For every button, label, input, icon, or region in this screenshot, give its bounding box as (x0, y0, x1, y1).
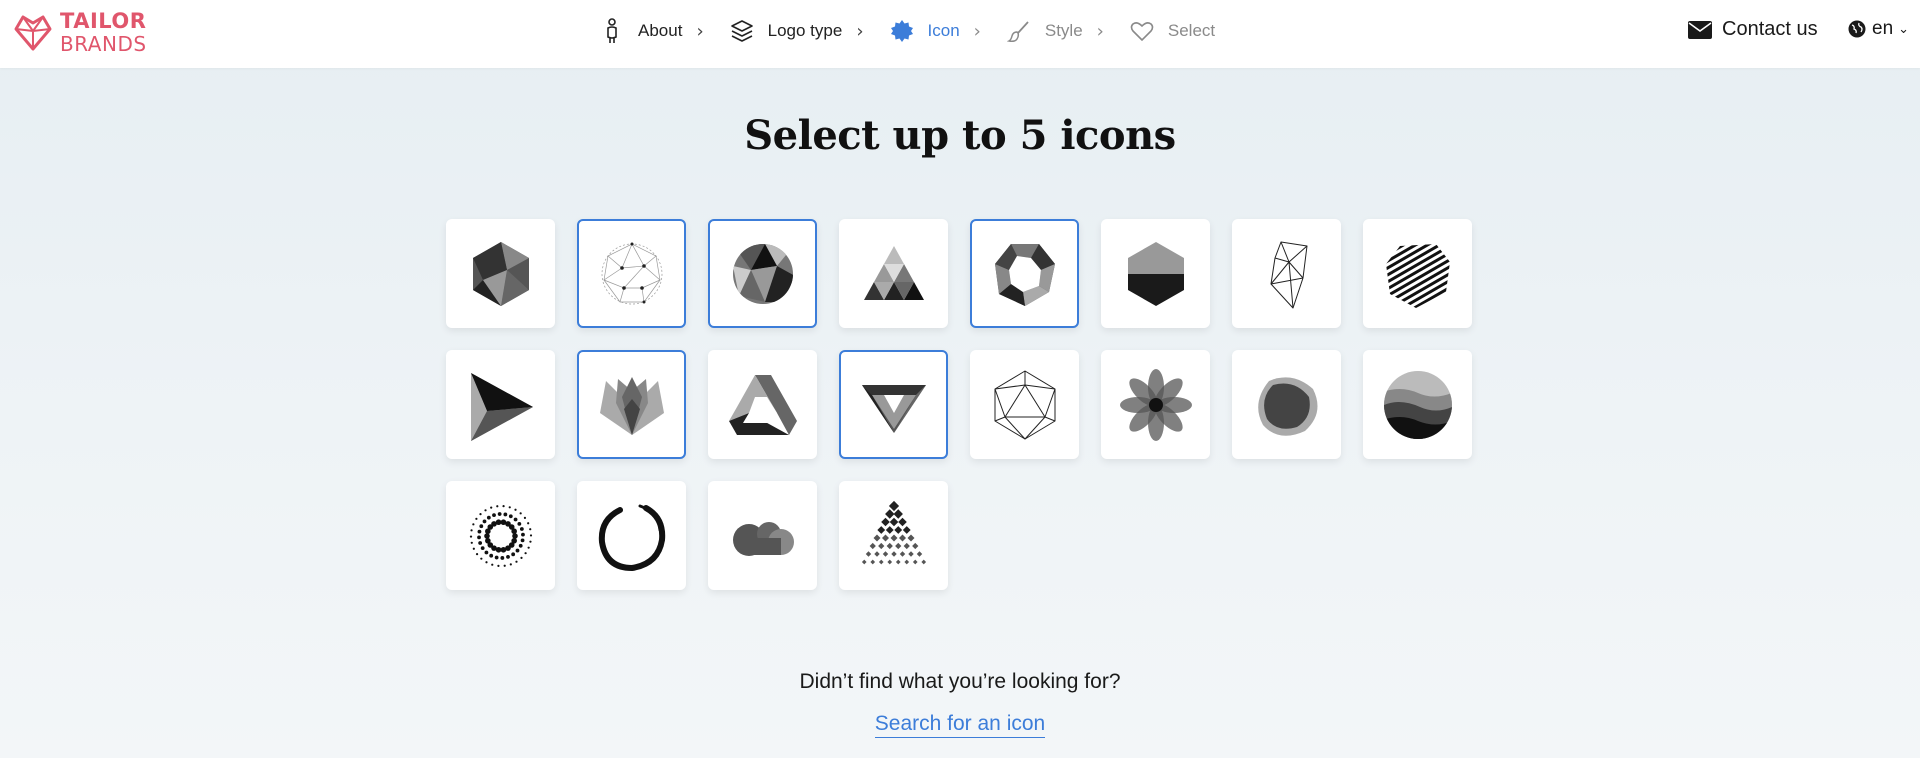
layers-icon (728, 17, 756, 45)
contact-us-link[interactable]: Contact us (1688, 18, 1818, 41)
icon-tile[interactable] (446, 481, 555, 590)
icon-tile[interactable] (708, 219, 817, 328)
wizard-steps: About › Logo type › Icon › Style › Selec… (598, 0, 1215, 62)
icon-tile[interactable] (839, 219, 948, 328)
icon-tile[interactable] (577, 481, 686, 590)
icon-tile[interactable] (1363, 350, 1472, 459)
dot-grid-fan-icon (861, 500, 926, 564)
logo-word-tailor: TAILOR (60, 8, 147, 33)
step-icon[interactable]: Icon (888, 17, 960, 45)
wireframe-crystal-icon (1270, 241, 1307, 308)
landscape-circle-icon (1383, 370, 1452, 439)
search-link-wrapper: Search for an icon (0, 712, 1920, 738)
icon-tile[interactable] (708, 481, 817, 590)
search-for-icon-link[interactable]: Search for an icon (874, 712, 1046, 738)
language-selector[interactable]: en ⌄ (1848, 18, 1909, 40)
diamond-gem-icon (861, 384, 926, 433)
language-label: en (1872, 18, 1894, 39)
icon-tile[interactable] (446, 350, 555, 459)
play-triangle-icon (470, 372, 533, 441)
icon-tile[interactable] (970, 219, 1079, 328)
impossible-triangle-icon (728, 374, 797, 435)
step-style[interactable]: Style (1005, 17, 1083, 45)
not-found-text: Didn’t find what you’re looking for? (799, 670, 1121, 693)
icon-tile[interactable] (1101, 219, 1210, 328)
contact-us-label: Contact us (1722, 18, 1818, 40)
chevron-down-icon: ⌄ (1898, 21, 1910, 36)
page-title: Select up to 5 icons (744, 112, 1176, 159)
step-select[interactable]: Select (1128, 17, 1215, 45)
flower-petals-icon (1119, 368, 1192, 441)
icon-tile[interactable] (446, 219, 555, 328)
chevron-right-icon: › (696, 20, 704, 42)
shaded-hexagon-icon (1127, 241, 1184, 306)
wireframe-icosahedron-icon (994, 370, 1055, 439)
icon-tile[interactable] (1232, 350, 1341, 459)
icon-tile[interactable] (708, 350, 817, 459)
step-logo-type[interactable]: Logo type (728, 17, 843, 45)
faceted-hexagon-icon (472, 241, 529, 306)
overlapping-blobs-icon (1257, 376, 1317, 436)
step-about[interactable]: About (598, 17, 682, 45)
dotted-ring-icon (469, 504, 532, 567)
chevron-right-icon: › (1096, 20, 1104, 42)
icon-tile[interactable] (1363, 219, 1472, 328)
faceted-ring-icon (994, 243, 1055, 306)
logo-word-brands: BRANDS (60, 31, 147, 56)
icon-tile[interactable] (1232, 219, 1341, 328)
brush-circle-icon (598, 504, 665, 571)
step-logo-type-label: Logo type (767, 21, 843, 40)
icon-tile[interactable] (1101, 350, 1210, 459)
tailor-brands-logo[interactable]: TAILOR BRANDS (12, 10, 147, 54)
chevron-right-icon: › (856, 20, 864, 42)
top-nav: TAILOR BRANDS About › Logo type › Icon › (0, 0, 1920, 68)
dotted-network-sphere-icon (601, 242, 662, 304)
mail-icon (1688, 20, 1712, 39)
person-icon (598, 17, 626, 45)
triangle-mosaic-icon (863, 245, 924, 300)
icon-tile[interactable] (577, 350, 686, 459)
faceted-circle-icon (732, 243, 793, 304)
globe-icon (1848, 20, 1866, 38)
cloud-circles-icon (732, 521, 794, 556)
icon-tile[interactable] (839, 350, 948, 459)
brush-icon (1005, 17, 1033, 45)
icon-tile[interactable] (577, 219, 686, 328)
striped-polygon-icon (1385, 243, 1450, 308)
icon-tile[interactable] (839, 481, 948, 590)
heart-icon (1128, 17, 1156, 45)
step-icon-label: Icon (927, 21, 960, 40)
step-about-label: About (638, 21, 683, 40)
chevron-right-icon: › (973, 20, 981, 42)
step-style-label: Style (1044, 21, 1083, 40)
logo-mark-icon (14, 15, 52, 51)
badge-icon (888, 17, 916, 45)
lotus-icon (599, 376, 664, 435)
step-select-label: Select (1167, 21, 1216, 40)
icon-tile[interactable] (970, 350, 1079, 459)
